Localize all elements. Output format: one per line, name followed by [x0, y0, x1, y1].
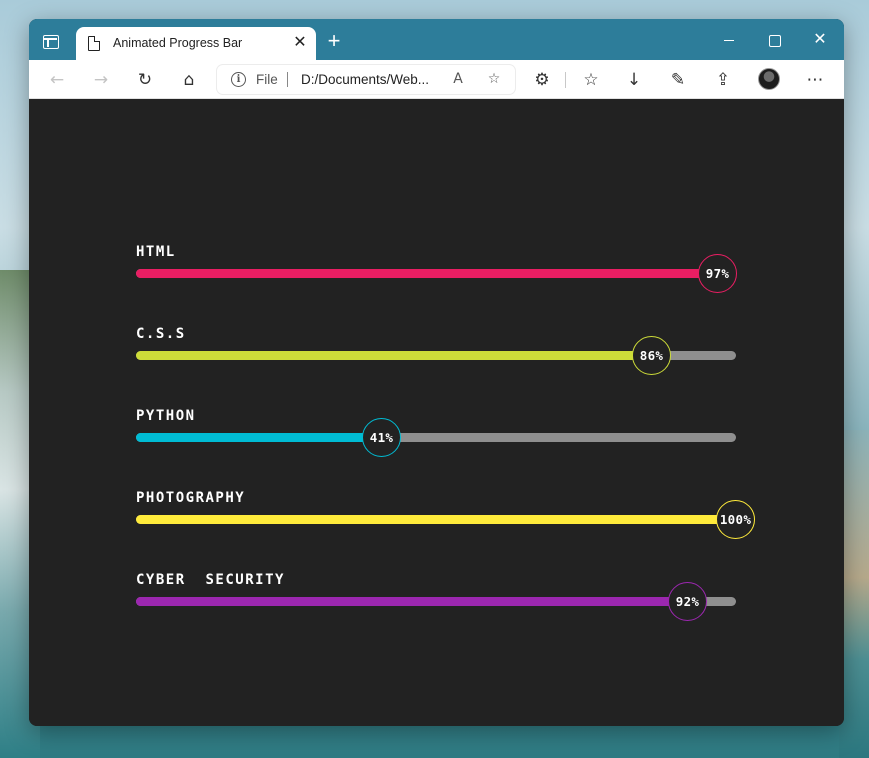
address-bar[interactable]: i File D:/Documents/Web... A ☆ [217, 65, 515, 94]
back-icon[interactable]: ← [45, 68, 69, 92]
browser-toolbar: ← → ↻ ⌂ i File D:/Documents/Web... A ☆ ⚙… [29, 60, 844, 99]
skill-item: Photography 100% [136, 490, 755, 550]
progress-track: 41% [136, 418, 736, 457]
title-bar: Animated Progress Bar ✕ + ✕ [29, 19, 844, 60]
close-window-button[interactable]: ✕ [807, 29, 833, 51]
page-icon [88, 36, 100, 51]
read-aloud-icon[interactable]: A [447, 68, 469, 90]
forward-icon[interactable]: → [89, 68, 113, 92]
progress-fill [136, 433, 382, 442]
add-favorite-icon[interactable]: ☆ [483, 68, 505, 90]
skill-item: Python 41% [136, 408, 736, 468]
progress-track: 92% [136, 582, 736, 621]
tab-actions-icon[interactable] [43, 35, 59, 49]
progress-track: 100% [136, 500, 755, 539]
skill-item: Cyber Security 92% [136, 572, 736, 632]
progress-percent-badge: 86% [632, 336, 671, 375]
skill-name: C.S.S [136, 326, 186, 342]
progress-fill [136, 515, 736, 524]
new-tab-button[interactable]: + [323, 30, 345, 53]
address-divider [287, 72, 288, 87]
extensions-icon[interactable]: ⚙ [530, 68, 554, 92]
share-icon[interactable]: ⇪ [711, 68, 735, 92]
skill-name: Python [136, 408, 196, 424]
maximize-button[interactable] [761, 29, 787, 51]
browser-window: Animated Progress Bar ✕ + ✕ ← → ↻ ⌂ i Fi… [29, 19, 844, 726]
minimize-button[interactable] [716, 29, 742, 51]
downloads-icon[interactable]: ↓ [622, 68, 646, 92]
progress-percent-badge: 97% [698, 254, 737, 293]
scheme-label: File [256, 72, 278, 87]
progress-fill [136, 351, 652, 360]
skill-item: HTML 97% [136, 244, 737, 304]
url-text[interactable]: D:/Documents/Web... [301, 72, 429, 87]
tab-title: Animated Progress Bar [113, 36, 243, 50]
skill-name: Cyber Security [136, 572, 285, 588]
skill-name: HTML [136, 244, 176, 260]
refresh-icon[interactable]: ↻ [133, 68, 157, 92]
progress-percent-badge: 100% [716, 500, 755, 539]
tab-close-icon[interactable]: ✕ [290, 33, 310, 53]
progress-track: 86% [136, 336, 736, 375]
progress-track: 97% [136, 254, 737, 293]
page-content: HTML 97% C.S.S 86% Python 41% Photography 100% C… [29, 99, 844, 726]
toolbar-divider [565, 72, 566, 88]
progress-percent-badge: 41% [362, 418, 401, 457]
progress-percent-badge: 92% [668, 582, 707, 621]
skill-name: Photography [136, 490, 246, 506]
info-icon[interactable]: i [231, 72, 246, 87]
progress-fill [136, 597, 688, 606]
progress-fill [136, 269, 718, 278]
skill-item: C.S.S 86% [136, 326, 736, 386]
more-icon[interactable]: ⋯ [803, 68, 827, 92]
browser-tab[interactable]: Animated Progress Bar ✕ [76, 27, 316, 60]
favorites-icon[interactable]: ☆ [579, 68, 603, 92]
profile-avatar[interactable] [758, 68, 780, 90]
web-capture-icon[interactable]: ✎ [666, 68, 690, 92]
home-icon[interactable]: ⌂ [177, 68, 201, 92]
